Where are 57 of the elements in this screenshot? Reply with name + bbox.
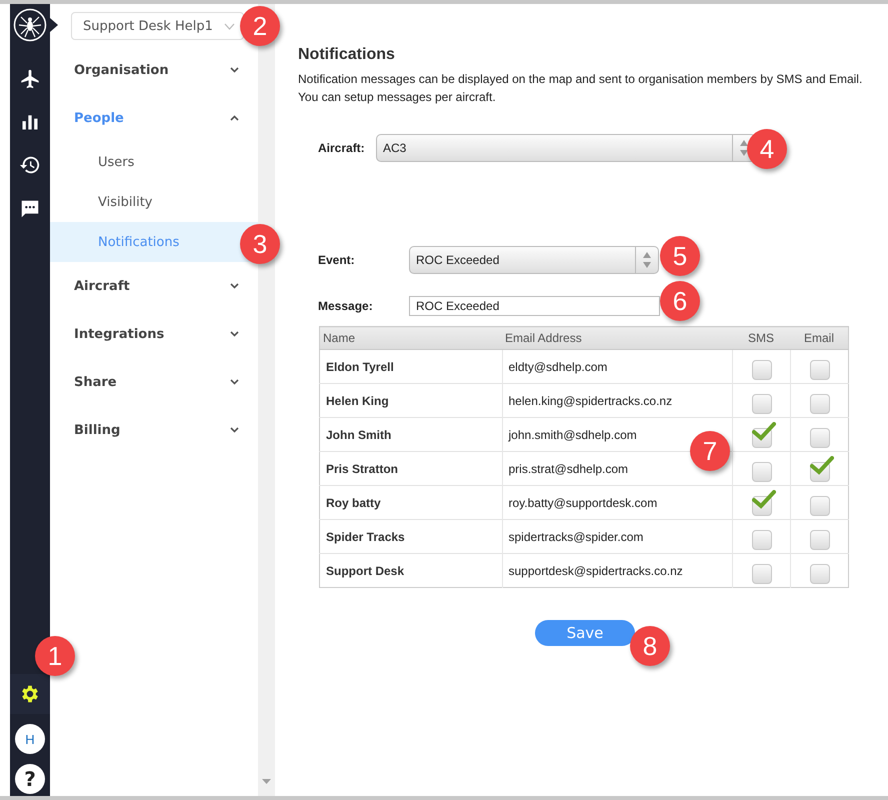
nav-section[interactable]: Integrations [50,310,258,358]
chevron-down-icon [230,331,239,337]
callout-badge: 6 [660,281,700,321]
page-title: Notifications [298,46,396,64]
chat-icon[interactable] [19,198,41,220]
description-text: You can setup messages per aircraft. [298,89,497,106]
organisation-select[interactable]: Support Desk Help1 [71,12,244,40]
column-header: Email Address [502,326,732,350]
email-checkbox[interactable] [810,456,834,482]
callout-badge: 1 [35,636,75,676]
nav-item[interactable]: Users [50,142,258,182]
table-cell: Spider Tracks [320,520,502,554]
help-button[interactable]: ? [15,764,45,794]
chevron-down-icon [224,22,235,30]
field-label: Message: [318,299,374,313]
description-text: Notification messages can be displayed on the map and sent to organisation members by SMS and Email. [298,71,864,88]
select-value: Support Desk Help1 [83,18,213,34]
column-header: SMS [732,326,790,350]
spider-logo-icon[interactable] [13,8,47,42]
callout-badge: 8 [630,626,670,666]
column-header: Name [320,326,502,350]
field-label: Aircraft: [318,141,366,155]
table-cell: Eldon Tyrell [320,350,502,384]
nav-section[interactable]: Billing [50,406,258,454]
event-select[interactable]: ROC Exceeded [409,246,659,274]
callout-badge: 2 [240,6,280,46]
nav-section[interactable]: Aircraft [50,262,258,310]
airplane-icon[interactable] [19,68,41,90]
field-label: Event: [318,253,356,267]
table-cell: Support Desk [320,554,502,588]
nav-item[interactable]: Visibility [50,182,258,222]
table-cell: John Smith [320,418,502,452]
table-cell: eldty@sdhelp.com [502,350,732,384]
table-cell: supportdesk@spidertracks.co.nz [502,554,732,588]
callout-badge: 4 [747,129,787,169]
table-cell: roy.batty@supportdesk.com [502,486,732,520]
table-cell: Pris Stratton [320,452,502,486]
table-cell: Helen King [320,384,502,418]
chevron-down-icon [230,427,239,433]
callout-badge: 5 [660,236,700,276]
table-cell: spidertracks@spider.com [502,520,732,554]
chevron-down-icon [230,283,239,289]
chevron-up-icon [230,115,239,121]
chevron-down-icon [230,67,239,73]
user-avatar[interactable]: H [15,724,45,754]
history-icon[interactable] [19,154,41,176]
column-header: Email [790,326,848,350]
scroll-down-arrow-icon[interactable] [262,779,271,784]
table-cell: helen.king@spidertracks.co.nz [502,384,732,418]
message-input[interactable]: ROC Exceeded [409,296,660,316]
table-cell: Roy batty [320,486,502,520]
sms-checkbox[interactable] [752,422,776,448]
settings-tab[interactable] [10,674,50,714]
sms-checkbox[interactable] [752,490,776,516]
nav-section[interactable]: Organisation [50,46,258,94]
nav-section[interactable]: Share [50,358,258,406]
chevron-down-icon [230,379,239,385]
